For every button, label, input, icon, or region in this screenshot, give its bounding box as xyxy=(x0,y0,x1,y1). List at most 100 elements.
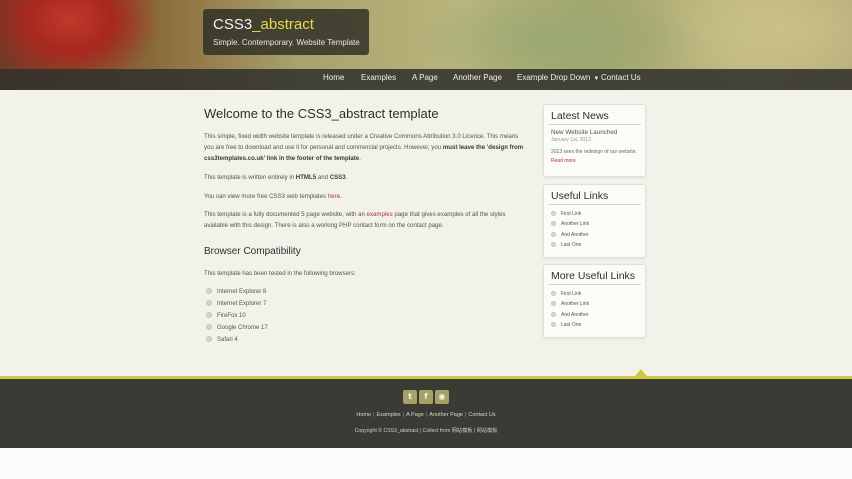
more-useful-links-box: More Useful Links First Link Another Lin… xyxy=(543,264,646,338)
more-useful-links-list: First Link Another Link And Another Last… xyxy=(551,289,638,330)
browser-label: FireFox 10 xyxy=(217,313,246,319)
list-item: Google Chrome 17 xyxy=(206,322,268,334)
read-more-link[interactable]: Read more xyxy=(551,158,576,164)
logo-title: CSS3_abstract xyxy=(213,16,369,34)
sidebar-link-label: Last One xyxy=(561,321,582,328)
browser-label: Internet Explorer 8 xyxy=(217,289,267,295)
logo-main: CSS3 xyxy=(213,16,253,33)
footer-link-a-page[interactable]: A Page xyxy=(406,412,424,418)
news-body: 2013 sees the redesign of our website. xyxy=(551,149,637,155)
nav-item-a-page[interactable]: A Page xyxy=(412,73,438,82)
browser-label: Internet Explorer 7 xyxy=(217,301,267,307)
sidebar-link[interactable]: Last One xyxy=(551,320,638,330)
page-title: Welcome to the CSS3_abstract template xyxy=(204,106,439,121)
latest-news-box: Latest News New Website Launched January… xyxy=(543,104,646,177)
bullet-icon xyxy=(206,324,212,330)
nav-dropdown-label: Example Drop Down xyxy=(517,73,591,82)
useful-links-title: Useful Links xyxy=(551,190,609,202)
twitter-icon[interactable]: t xyxy=(403,390,417,404)
browser-label: Safari 4 xyxy=(217,337,238,343)
sidebar-link[interactable]: Last One xyxy=(551,240,638,250)
chevron-down-icon: ▼ xyxy=(593,76,600,82)
sidebar-link[interactable]: And Another xyxy=(551,310,638,320)
separator: | xyxy=(373,412,375,418)
intro-paragraph: This simple, fixed width website templat… xyxy=(204,131,524,164)
bullet-icon xyxy=(551,321,556,327)
useful-links-list: First Link Another Link And Another Last… xyxy=(551,209,638,250)
divider xyxy=(548,124,641,125)
list-item: FireFox 10 xyxy=(206,310,268,322)
footer-link-examples[interactable]: Examples xyxy=(377,412,401,418)
separator: | xyxy=(464,412,467,418)
copyright-text: Copyright © CSS3_abstract | Collect from… xyxy=(354,428,498,434)
footer-nav: Home | Examples | A Page | Another Page | Contac… xyxy=(0,412,852,418)
footer-link-contact-us[interactable]: Contact Us xyxy=(468,412,495,418)
bullet-icon xyxy=(551,221,556,227)
compat-title: Browser Compatibility xyxy=(204,246,301,257)
sidebar-link[interactable]: And Another xyxy=(551,230,638,240)
examples-link[interactable]: examples xyxy=(367,211,393,218)
separator: | xyxy=(425,412,428,418)
page-bottom xyxy=(0,448,852,479)
footer-link-home[interactable]: Home xyxy=(356,412,371,418)
intro-end: . xyxy=(359,155,361,162)
sidebar-link[interactable]: First Link xyxy=(551,209,638,219)
written-paragraph: This template is written entirely in HTM… xyxy=(204,174,348,181)
bullet-icon xyxy=(551,231,556,237)
list-item: Internet Explorer 7 xyxy=(206,298,268,310)
bullet-icon xyxy=(551,211,556,216)
sidebar-link-label: First Link xyxy=(561,211,582,217)
sidebar-link-label: Last One xyxy=(561,241,582,248)
separator: | xyxy=(402,412,405,418)
list-item: Safari 4 xyxy=(206,334,268,346)
sidebar-link-label: First Link xyxy=(561,291,582,297)
logo-accent: _abstract xyxy=(252,16,314,33)
bullet-icon xyxy=(206,288,212,294)
sidebar-link[interactable]: Another Link xyxy=(551,219,638,229)
sidebar-link[interactable]: Another Link xyxy=(551,299,638,309)
news-text: 2013 sees the redesign of our website. R… xyxy=(551,148,638,166)
nav-item-examples[interactable]: Examples xyxy=(361,73,396,82)
sidebar-link-label: Another Link xyxy=(561,301,590,308)
latest-news-title: Latest News xyxy=(551,110,609,122)
browser-list: Internet Explorer 8 Internet Explorer 7 … xyxy=(206,286,268,346)
nav-item-another-page[interactable]: Another Page xyxy=(453,73,502,82)
sidebar-link[interactable]: First Link xyxy=(551,289,638,299)
nav-item-home[interactable]: Home xyxy=(323,73,344,82)
site-logo[interactable]: CSS3_abstract Simple. Contemporary. Webs… xyxy=(203,9,369,55)
news-headline: New Website Launched xyxy=(551,129,618,136)
footer-notch xyxy=(635,369,647,376)
doc-text-1: This template is a fully documented 5 pa… xyxy=(204,211,365,218)
bullet-icon xyxy=(551,301,556,307)
css3-text: CSS3 xyxy=(329,174,346,181)
more-text: You can view more free CSS3 web template… xyxy=(204,193,327,200)
bullet-icon xyxy=(551,311,556,317)
bullet-icon xyxy=(551,241,556,247)
more-templates-paragraph: You can view more free CSS3 web template… xyxy=(204,193,342,200)
here-link[interactable]: here xyxy=(328,193,340,200)
compat-text: This template has been tested in the fol… xyxy=(204,270,356,277)
news-date: January 1st, 2013 xyxy=(551,137,591,143)
more-useful-links-title: More Useful Links xyxy=(551,270,636,282)
facebook-icon[interactable]: f xyxy=(419,390,433,404)
footer-link-another-page[interactable]: Another Page xyxy=(429,412,463,418)
useful-links-box: Useful Links First Link Another Link And… xyxy=(543,184,646,258)
divider xyxy=(548,284,641,285)
bullet-icon xyxy=(206,300,212,306)
logo-subtitle: Simple. Contemporary. Website Template xyxy=(213,38,360,47)
written-text: This template is written entirely in xyxy=(204,174,295,181)
and-text: and xyxy=(317,174,328,181)
nav-item-example-drop-down[interactable]: Example Drop Down ▼ xyxy=(517,73,599,82)
browser-label: Google Chrome 17 xyxy=(217,325,268,331)
bullet-icon xyxy=(206,312,212,318)
sidebar-link-label: And Another xyxy=(561,231,589,238)
documented-paragraph: This template is a fully documented 5 pa… xyxy=(204,209,524,231)
bullet-icon xyxy=(551,291,556,296)
bullet-icon xyxy=(206,336,212,342)
nav-item-contact-us[interactable]: Contact Us xyxy=(601,73,641,82)
sidebar-link-label: And Another xyxy=(561,311,589,318)
list-item: Internet Explorer 8 xyxy=(206,286,268,298)
html5-text: HTML5 xyxy=(295,174,317,181)
rss-icon[interactable]: ◉ xyxy=(435,390,449,404)
sidebar-link-label: Another Link xyxy=(561,221,590,228)
